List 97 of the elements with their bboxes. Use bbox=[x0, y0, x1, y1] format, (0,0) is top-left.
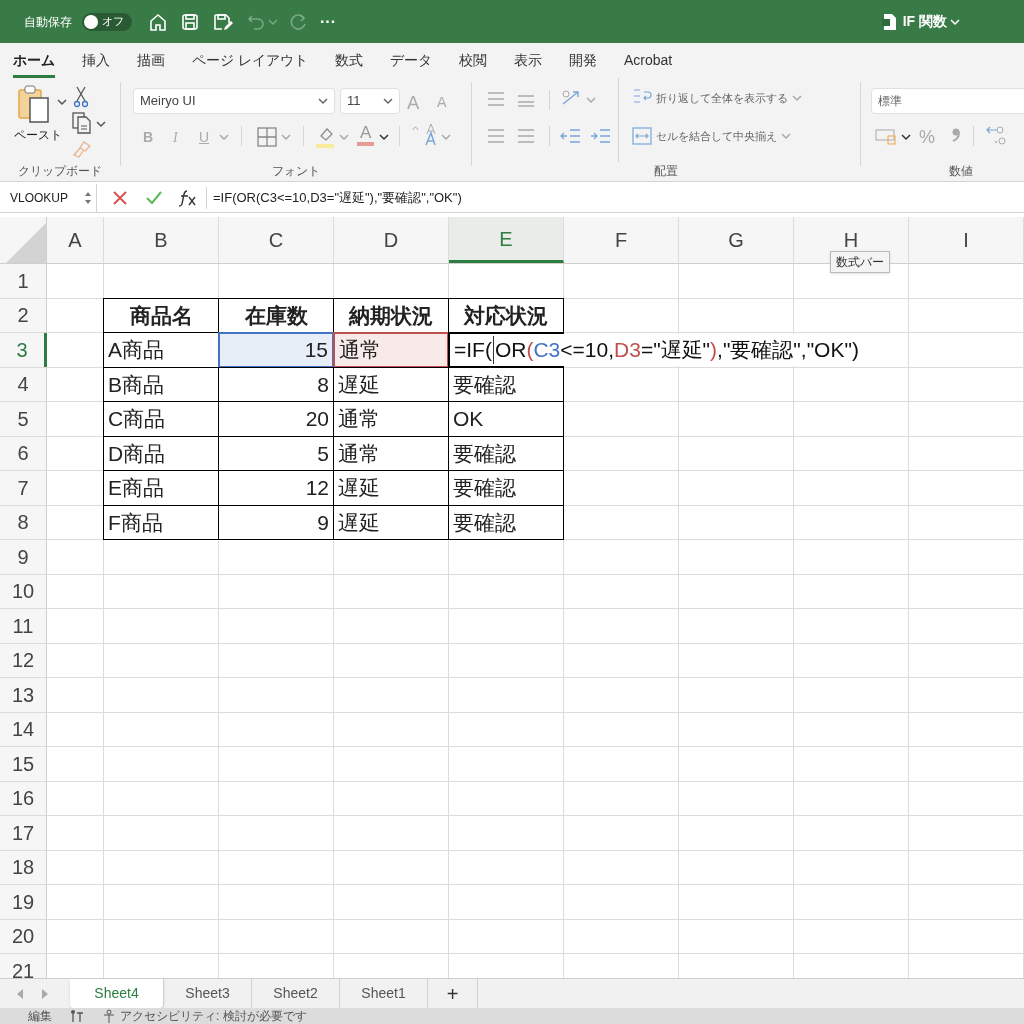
increase-indent-icon[interactable] bbox=[590, 127, 612, 145]
home-icon[interactable] bbox=[148, 11, 168, 32]
ribbon-tab[interactable]: データ bbox=[389, 46, 432, 78]
text-style-icon[interactable] bbox=[411, 122, 437, 146]
ribbon-tab[interactable]: 描画 bbox=[137, 46, 165, 78]
next-sheet-icon[interactable] bbox=[40, 987, 50, 1000]
document-icon bbox=[880, 12, 897, 31]
column-header[interactable]: F bbox=[564, 217, 679, 263]
row-header[interactable]: 2 bbox=[0, 298, 47, 332]
autosave-label: 自動保存 bbox=[24, 13, 72, 31]
align-left-icon[interactable] bbox=[486, 127, 506, 145]
borders-icon[interactable] bbox=[257, 127, 277, 147]
column-header[interactable]: B bbox=[104, 217, 219, 263]
column-header[interactable]: C bbox=[219, 217, 334, 263]
group-label: 配置 bbox=[654, 163, 678, 180]
ribbon-tab[interactable]: 数式 bbox=[334, 46, 363, 78]
table-cell[interactable]: 要確認 bbox=[448, 504, 564, 540]
increase-decimal-icon[interactable] bbox=[985, 124, 1009, 146]
group-label: フォント bbox=[272, 163, 320, 180]
header-cell[interactable]: 商品名 bbox=[103, 297, 219, 333]
cancel-icon[interactable] bbox=[112, 189, 128, 206]
chevron-icon[interactable] bbox=[318, 97, 328, 105]
row-header[interactable]: 21 bbox=[0, 954, 47, 978]
row-header[interactable]: 16 bbox=[0, 781, 47, 815]
brush-icon[interactable] bbox=[72, 140, 92, 158]
row-header[interactable]: 14 bbox=[0, 712, 47, 746]
ribbon-tab[interactable]: ページ レイアウト bbox=[192, 46, 308, 78]
group-label: クリップボード bbox=[18, 163, 102, 180]
column-header[interactable]: I bbox=[909, 217, 1024, 263]
name-box[interactable]: VLOOKUP bbox=[0, 183, 97, 212]
ribbon-tab[interactable]: 校閲 bbox=[458, 46, 487, 78]
chevron-icon[interactable] bbox=[57, 98, 67, 106]
redo-icon[interactable] bbox=[288, 11, 308, 32]
copy-icon[interactable] bbox=[72, 112, 92, 134]
row-header[interactable]: 13 bbox=[0, 678, 47, 712]
table-cell[interactable]: F商品 bbox=[103, 504, 219, 540]
accessibility-icon[interactable] bbox=[102, 1009, 116, 1023]
merge-cells-icon[interactable] bbox=[632, 127, 652, 145]
row-header[interactable]: 7 bbox=[0, 471, 47, 505]
wrap-text-button[interactable]: 折り返して全体を表示する bbox=[656, 90, 802, 107]
align-top-icon[interactable] bbox=[486, 90, 506, 108]
table-cell[interactable]: 15 bbox=[218, 332, 334, 368]
row-header[interactable]: 20 bbox=[0, 919, 47, 953]
select-all-icon[interactable] bbox=[6, 223, 46, 263]
save-icon[interactable] bbox=[180, 11, 200, 32]
row-header[interactable]: 18 bbox=[0, 850, 47, 884]
table-cell[interactable]: 通常 bbox=[333, 332, 449, 368]
chevron-icon[interactable] bbox=[96, 120, 106, 128]
save-edit-icon[interactable] bbox=[212, 11, 234, 32]
ribbon-tab[interactable]: Acrobat bbox=[623, 46, 673, 78]
row-header[interactable]: 17 bbox=[0, 816, 47, 850]
enter-icon[interactable] bbox=[145, 189, 163, 206]
stepper-icon[interactable] bbox=[84, 190, 92, 205]
row-header[interactable]: 12 bbox=[0, 643, 47, 677]
document-title[interactable]: IF 関数 bbox=[902, 11, 947, 32]
ribbon-tab[interactable]: 開発 bbox=[568, 46, 597, 78]
row-header[interactable]: 10 bbox=[0, 574, 47, 608]
accessibility-status[interactable]: アクセシビリティ: 検討が必要です bbox=[120, 1010, 307, 1022]
merge-center-button[interactable]: セルを結合して中央揃え bbox=[656, 128, 791, 145]
formula-input[interactable]: =IF(OR(C3<=10,D3="遅延"),"要確認","OK") bbox=[213, 187, 462, 208]
chevron-icon[interactable] bbox=[901, 133, 911, 141]
row-header[interactable]: 9 bbox=[0, 540, 47, 574]
column-header[interactable]: G bbox=[679, 217, 794, 263]
more-button[interactable]: ··· bbox=[320, 9, 336, 34]
chevron-icon[interactable] bbox=[383, 97, 393, 105]
status-mode: 編集 bbox=[28, 1010, 52, 1022]
row-header[interactable]: 8 bbox=[0, 505, 47, 539]
align-middle-icon[interactable] bbox=[516, 92, 536, 110]
row-header[interactable]: 11 bbox=[0, 609, 47, 643]
row-header[interactable]: 3 bbox=[0, 333, 47, 367]
group-label: 数値 bbox=[949, 163, 973, 180]
column-header[interactable]: E bbox=[449, 217, 564, 263]
comma-style-icon[interactable] bbox=[951, 126, 961, 144]
row-header[interactable]: 19 bbox=[0, 885, 47, 919]
align-center-icon[interactable] bbox=[516, 127, 536, 145]
font-size-dropdown[interactable]: 11 bbox=[340, 88, 400, 114]
previous-sheet-icon[interactable] bbox=[15, 987, 25, 1000]
ribbon-tab[interactable]: 表示 bbox=[513, 46, 542, 78]
number-format-dropdown[interactable]: 標準 bbox=[871, 88, 1024, 114]
decrease-indent-icon[interactable] bbox=[560, 127, 582, 145]
row-header[interactable]: 4 bbox=[0, 367, 47, 401]
row-header[interactable]: 6 bbox=[0, 436, 47, 470]
header-cell[interactable]: 対応状況 bbox=[448, 297, 564, 333]
ribbon-tab[interactable]: 挿入 bbox=[82, 46, 110, 78]
scissors-icon[interactable] bbox=[73, 86, 89, 108]
paste-button[interactable]: ペースト bbox=[14, 126, 62, 144]
fill-color-icon[interactable] bbox=[316, 126, 336, 148]
column-header[interactable]: A bbox=[47, 217, 104, 263]
sheet-tab[interactable]: Sheet4 bbox=[70, 979, 164, 1008]
tooltip: 数式バー bbox=[830, 251, 890, 273]
row-header[interactable]: 5 bbox=[0, 402, 47, 436]
chevron-icon[interactable] bbox=[379, 133, 389, 141]
row-header[interactable]: 15 bbox=[0, 747, 47, 781]
row-header[interactable]: 1 bbox=[0, 264, 47, 298]
function-icon[interactable] bbox=[178, 188, 198, 207]
font-name-dropdown[interactable]: Meiryo UI bbox=[133, 88, 335, 114]
autosave-toggle[interactable]: オフ bbox=[82, 12, 132, 31]
